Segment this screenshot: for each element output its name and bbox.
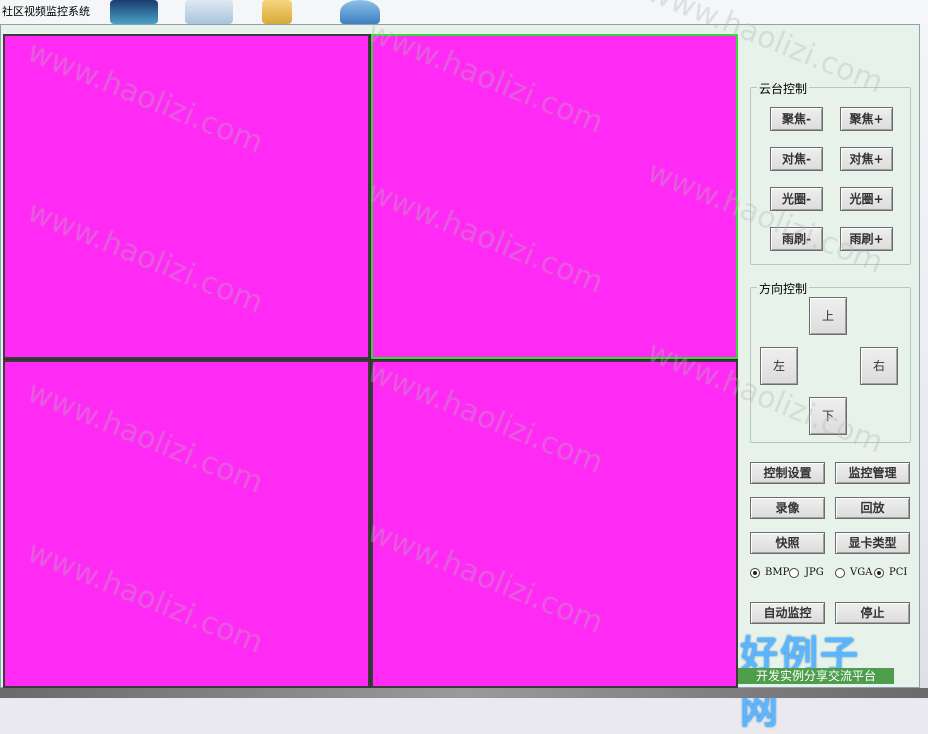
auto-monitor-button[interactable]: 自动监控 [750, 602, 825, 624]
control-settings-button[interactable]: 控制设置 [750, 462, 825, 484]
main-window: 云台控制 聚焦- 聚焦+ 对焦- 对焦+ 光圈- 光圈+ 雨刷- 雨刷+ 方向控… [0, 24, 920, 688]
card-type-button[interactable]: 显卡类型 [835, 532, 910, 554]
taskbar-strip [0, 688, 928, 698]
wiper-minus-button[interactable]: 雨刷- [770, 227, 823, 251]
format-radio-row: BMP JPG VGA PCI [749, 566, 914, 582]
iris-plus-button[interactable]: 光圈+ [840, 187, 893, 211]
vga-radio[interactable] [835, 568, 845, 578]
vga-label: VGA [850, 567, 873, 578]
brand-logo: 好例子网 开发实例分享交流平台 [738, 624, 894, 732]
move-up-button[interactable]: 上 [809, 297, 847, 335]
brand-subtitle: 开发实例分享交流平台 [738, 668, 894, 684]
direction-group-label: 方向控制 [757, 280, 810, 297]
video-cell-1[interactable] [3, 34, 370, 359]
window-title: 社区视频监控系统 [2, 5, 90, 18]
move-left-button[interactable]: 左 [760, 347, 798, 385]
jpg-radio[interactable] [789, 568, 799, 578]
focus-minus-button[interactable]: 聚焦- [770, 107, 823, 131]
wiper-plus-button[interactable]: 雨刷+ [840, 227, 893, 251]
pci-radio[interactable] [874, 568, 884, 578]
adjust-focus-minus-button[interactable]: 对焦- [770, 147, 823, 171]
stop-button[interactable]: 停止 [835, 602, 910, 624]
window-titlebar[interactable]: 社区视频监控系统 [0, 0, 928, 22]
bmp-label: BMP [765, 567, 790, 578]
focus-plus-button[interactable]: 聚焦+ [840, 107, 893, 131]
bmp-radio[interactable] [750, 568, 760, 578]
move-right-button[interactable]: 右 [860, 347, 898, 385]
snapshot-button[interactable]: 快照 [750, 532, 825, 554]
pci-label: PCI [889, 567, 908, 578]
video-cell-4[interactable] [371, 360, 738, 688]
adjust-focus-plus-button[interactable]: 对焦+ [840, 147, 893, 171]
record-button[interactable]: 录像 [750, 497, 825, 519]
move-down-button[interactable]: 下 [809, 397, 847, 435]
jpg-label: JPG [805, 567, 824, 578]
monitor-management-button[interactable]: 监控管理 [835, 462, 910, 484]
video-cell-2[interactable] [371, 34, 738, 359]
ptz-group-label: 云台控制 [757, 80, 810, 97]
playback-button[interactable]: 回放 [835, 497, 910, 519]
iris-minus-button[interactable]: 光圈- [770, 187, 823, 211]
video-cell-3[interactable] [3, 360, 370, 688]
video-grid [3, 34, 738, 688]
